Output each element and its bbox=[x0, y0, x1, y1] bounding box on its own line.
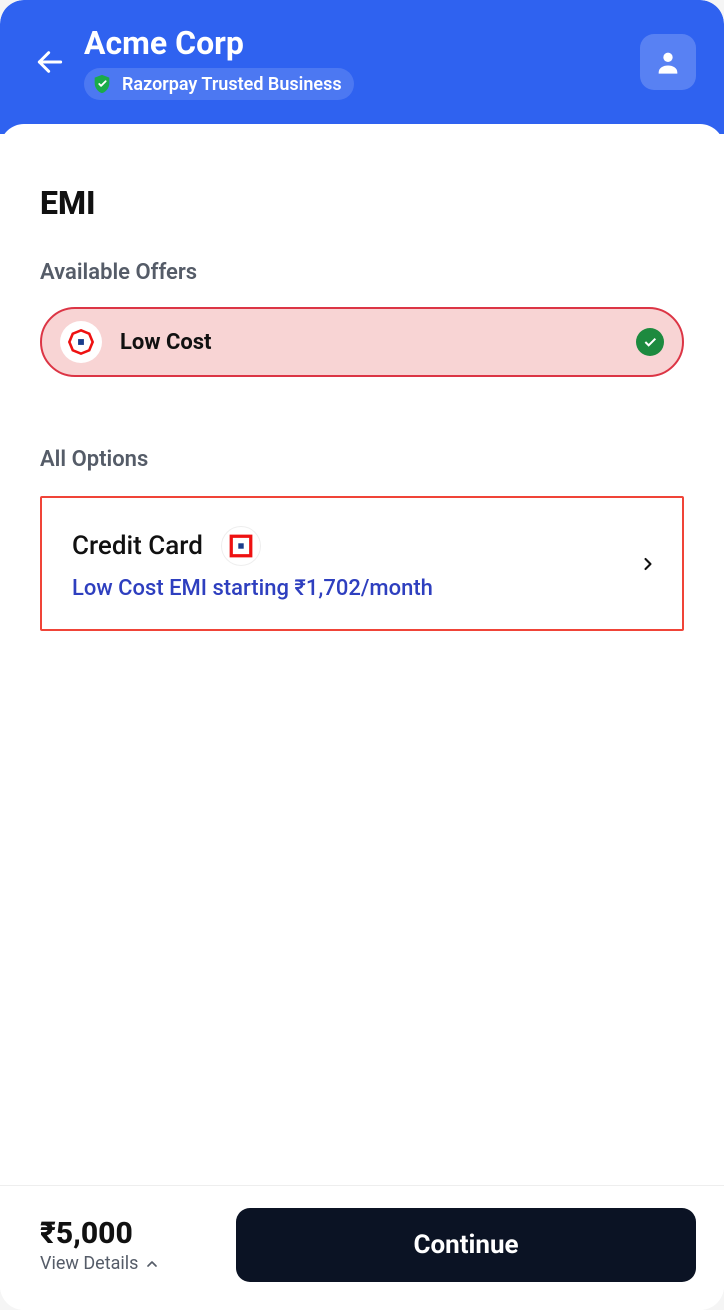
total-amount: ₹5,000 bbox=[40, 1216, 236, 1251]
offer-bank-icon bbox=[60, 321, 102, 363]
offer-label: Low Cost bbox=[120, 330, 636, 355]
shield-icon bbox=[90, 72, 114, 96]
merchant-name: Acme Corp bbox=[84, 24, 640, 62]
trust-badge-text: Razorpay Trusted Business bbox=[122, 74, 342, 95]
check-icon bbox=[642, 334, 658, 350]
available-offers-label: Available Offers bbox=[40, 260, 684, 285]
continue-button[interactable]: Continue bbox=[236, 1208, 696, 1282]
trust-badge: Razorpay Trusted Business bbox=[84, 68, 354, 100]
all-options-label: All Options bbox=[40, 447, 684, 472]
view-details-label: View Details bbox=[40, 1253, 138, 1274]
user-icon bbox=[654, 48, 682, 76]
offer-low-cost[interactable]: Low Cost bbox=[40, 307, 684, 377]
footer-left: ₹5,000 View Details bbox=[40, 1216, 236, 1274]
header: Acme Corp Razorpay Trusted Business bbox=[0, 0, 724, 134]
hdfc-icon bbox=[221, 526, 261, 566]
back-button[interactable] bbox=[28, 40, 72, 84]
option-title-row: Credit Card bbox=[72, 526, 638, 566]
page-title: EMI bbox=[40, 124, 684, 222]
option-body: Credit Card Low Cost EMI starting ₹1,702… bbox=[72, 526, 638, 601]
offer-selected-check bbox=[636, 328, 664, 356]
option-title: Credit Card bbox=[72, 531, 203, 561]
chevron-up-icon bbox=[144, 1256, 160, 1272]
footer: ₹5,000 View Details Continue bbox=[0, 1185, 724, 1310]
option-credit-card[interactable]: Credit Card Low Cost EMI starting ₹1,702… bbox=[40, 496, 684, 631]
main-content: EMI Available Offers Low Cost All Option… bbox=[0, 124, 724, 631]
header-center: Acme Corp Razorpay Trusted Business bbox=[84, 24, 640, 100]
arrow-left-icon bbox=[34, 46, 66, 78]
view-details-button[interactable]: View Details bbox=[40, 1253, 236, 1274]
option-subtitle: Low Cost EMI starting ₹1,702/month bbox=[72, 576, 638, 601]
profile-button[interactable] bbox=[640, 34, 696, 90]
checkout-screen: Acme Corp Razorpay Trusted Business EMI … bbox=[0, 0, 724, 1310]
chevron-right-icon bbox=[638, 554, 658, 574]
